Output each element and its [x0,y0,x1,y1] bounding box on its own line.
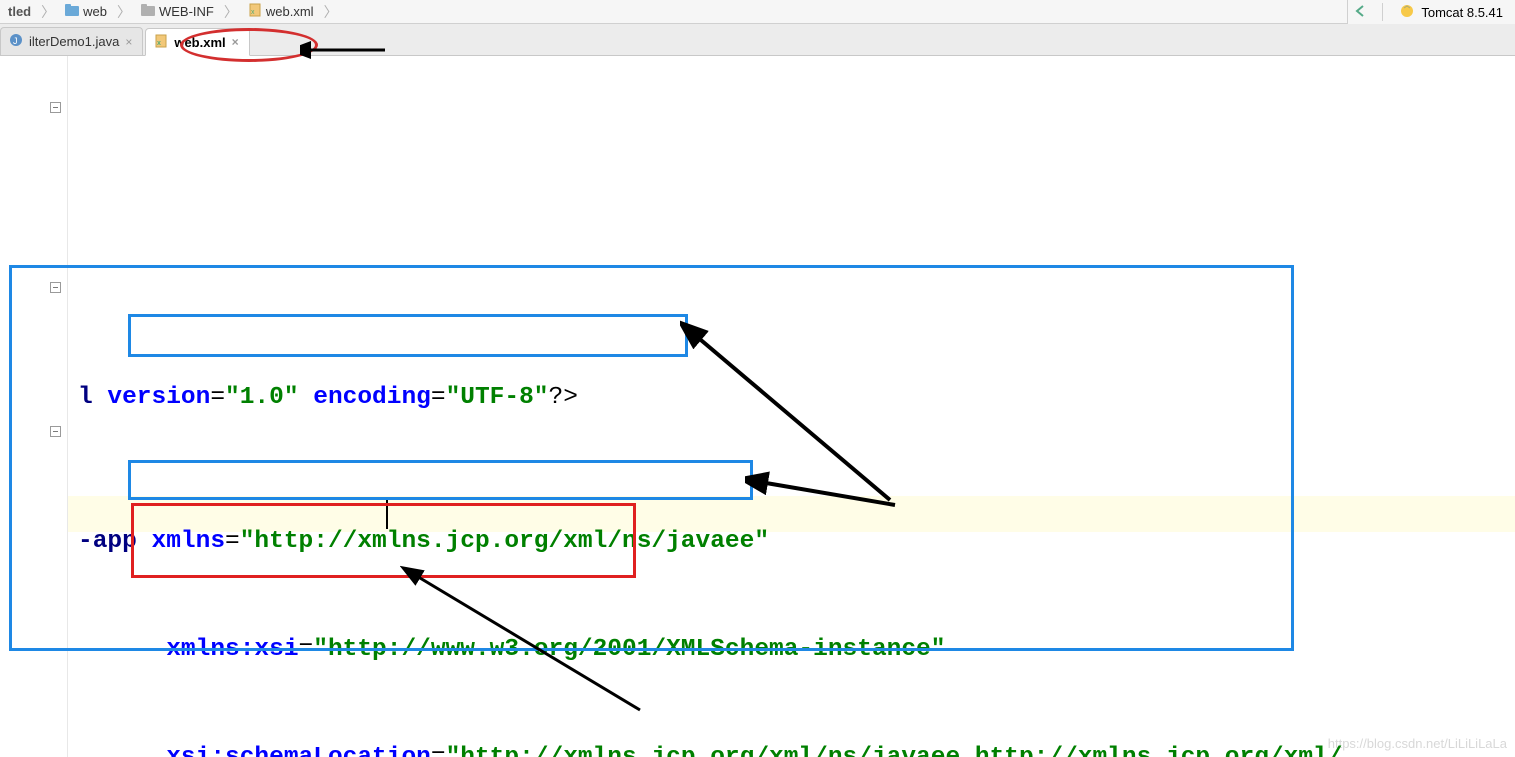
gutter [0,56,68,757]
breadcrumb-item[interactable]: x web.xml [242,1,320,22]
svg-text:x: x [251,9,255,16]
run-config-label: Tomcat 8.5.41 [1421,5,1503,20]
editor-tabs: J ilterDemo1.java × x web.xml × [0,24,1515,56]
code-editor[interactable]: l version="1.0" encoding="UTF-8"?> -app … [0,56,1515,757]
folder-icon [141,4,155,19]
breadcrumb-separator: 〉 [324,2,338,22]
tab-label: ilterDemo1.java [29,34,119,49]
close-icon[interactable]: × [125,35,132,49]
tab-filterdemo1[interactable]: J ilterDemo1.java × [0,27,143,55]
code-area[interactable]: l version="1.0" encoding="UTF-8"?> -app … [68,56,1515,757]
breadcrumb-item[interactable]: WEB-INF [135,2,220,21]
breadcrumb-bar: tled 〉 web 〉 WEB-INF 〉 x web.xml 〉 [0,0,1515,24]
fold-icon[interactable] [50,102,61,113]
breadcrumb-separator: 〉 [41,2,55,22]
breadcrumb-item[interactable]: web [59,2,113,21]
back-arrow-icon[interactable] [1348,4,1374,21]
java-file-icon: J [9,33,23,50]
folder-icon [65,4,79,19]
run-config-selector[interactable]: Tomcat 8.5.41 [1391,3,1511,22]
breadcrumb: tled 〉 web 〉 WEB-INF 〉 x web.xml 〉 [0,1,338,22]
xml-file-icon: x [248,3,262,20]
tab-web-xml[interactable]: x web.xml × [145,28,249,56]
breadcrumb-separator: 〉 [117,2,131,22]
fold-icon[interactable] [50,426,61,437]
toolbar-right: Tomcat 8.5.41 [1347,0,1515,24]
tab-label: web.xml [174,35,225,50]
breadcrumb-item[interactable]: tled [2,2,37,21]
breadcrumb-separator: 〉 [224,2,238,22]
xml-file-icon: x [154,34,168,51]
svg-text:J: J [13,36,18,46]
tomcat-icon [1399,3,1415,22]
fold-icon[interactable] [50,282,61,293]
close-icon[interactable]: × [232,35,239,49]
svg-text:x: x [157,40,161,47]
